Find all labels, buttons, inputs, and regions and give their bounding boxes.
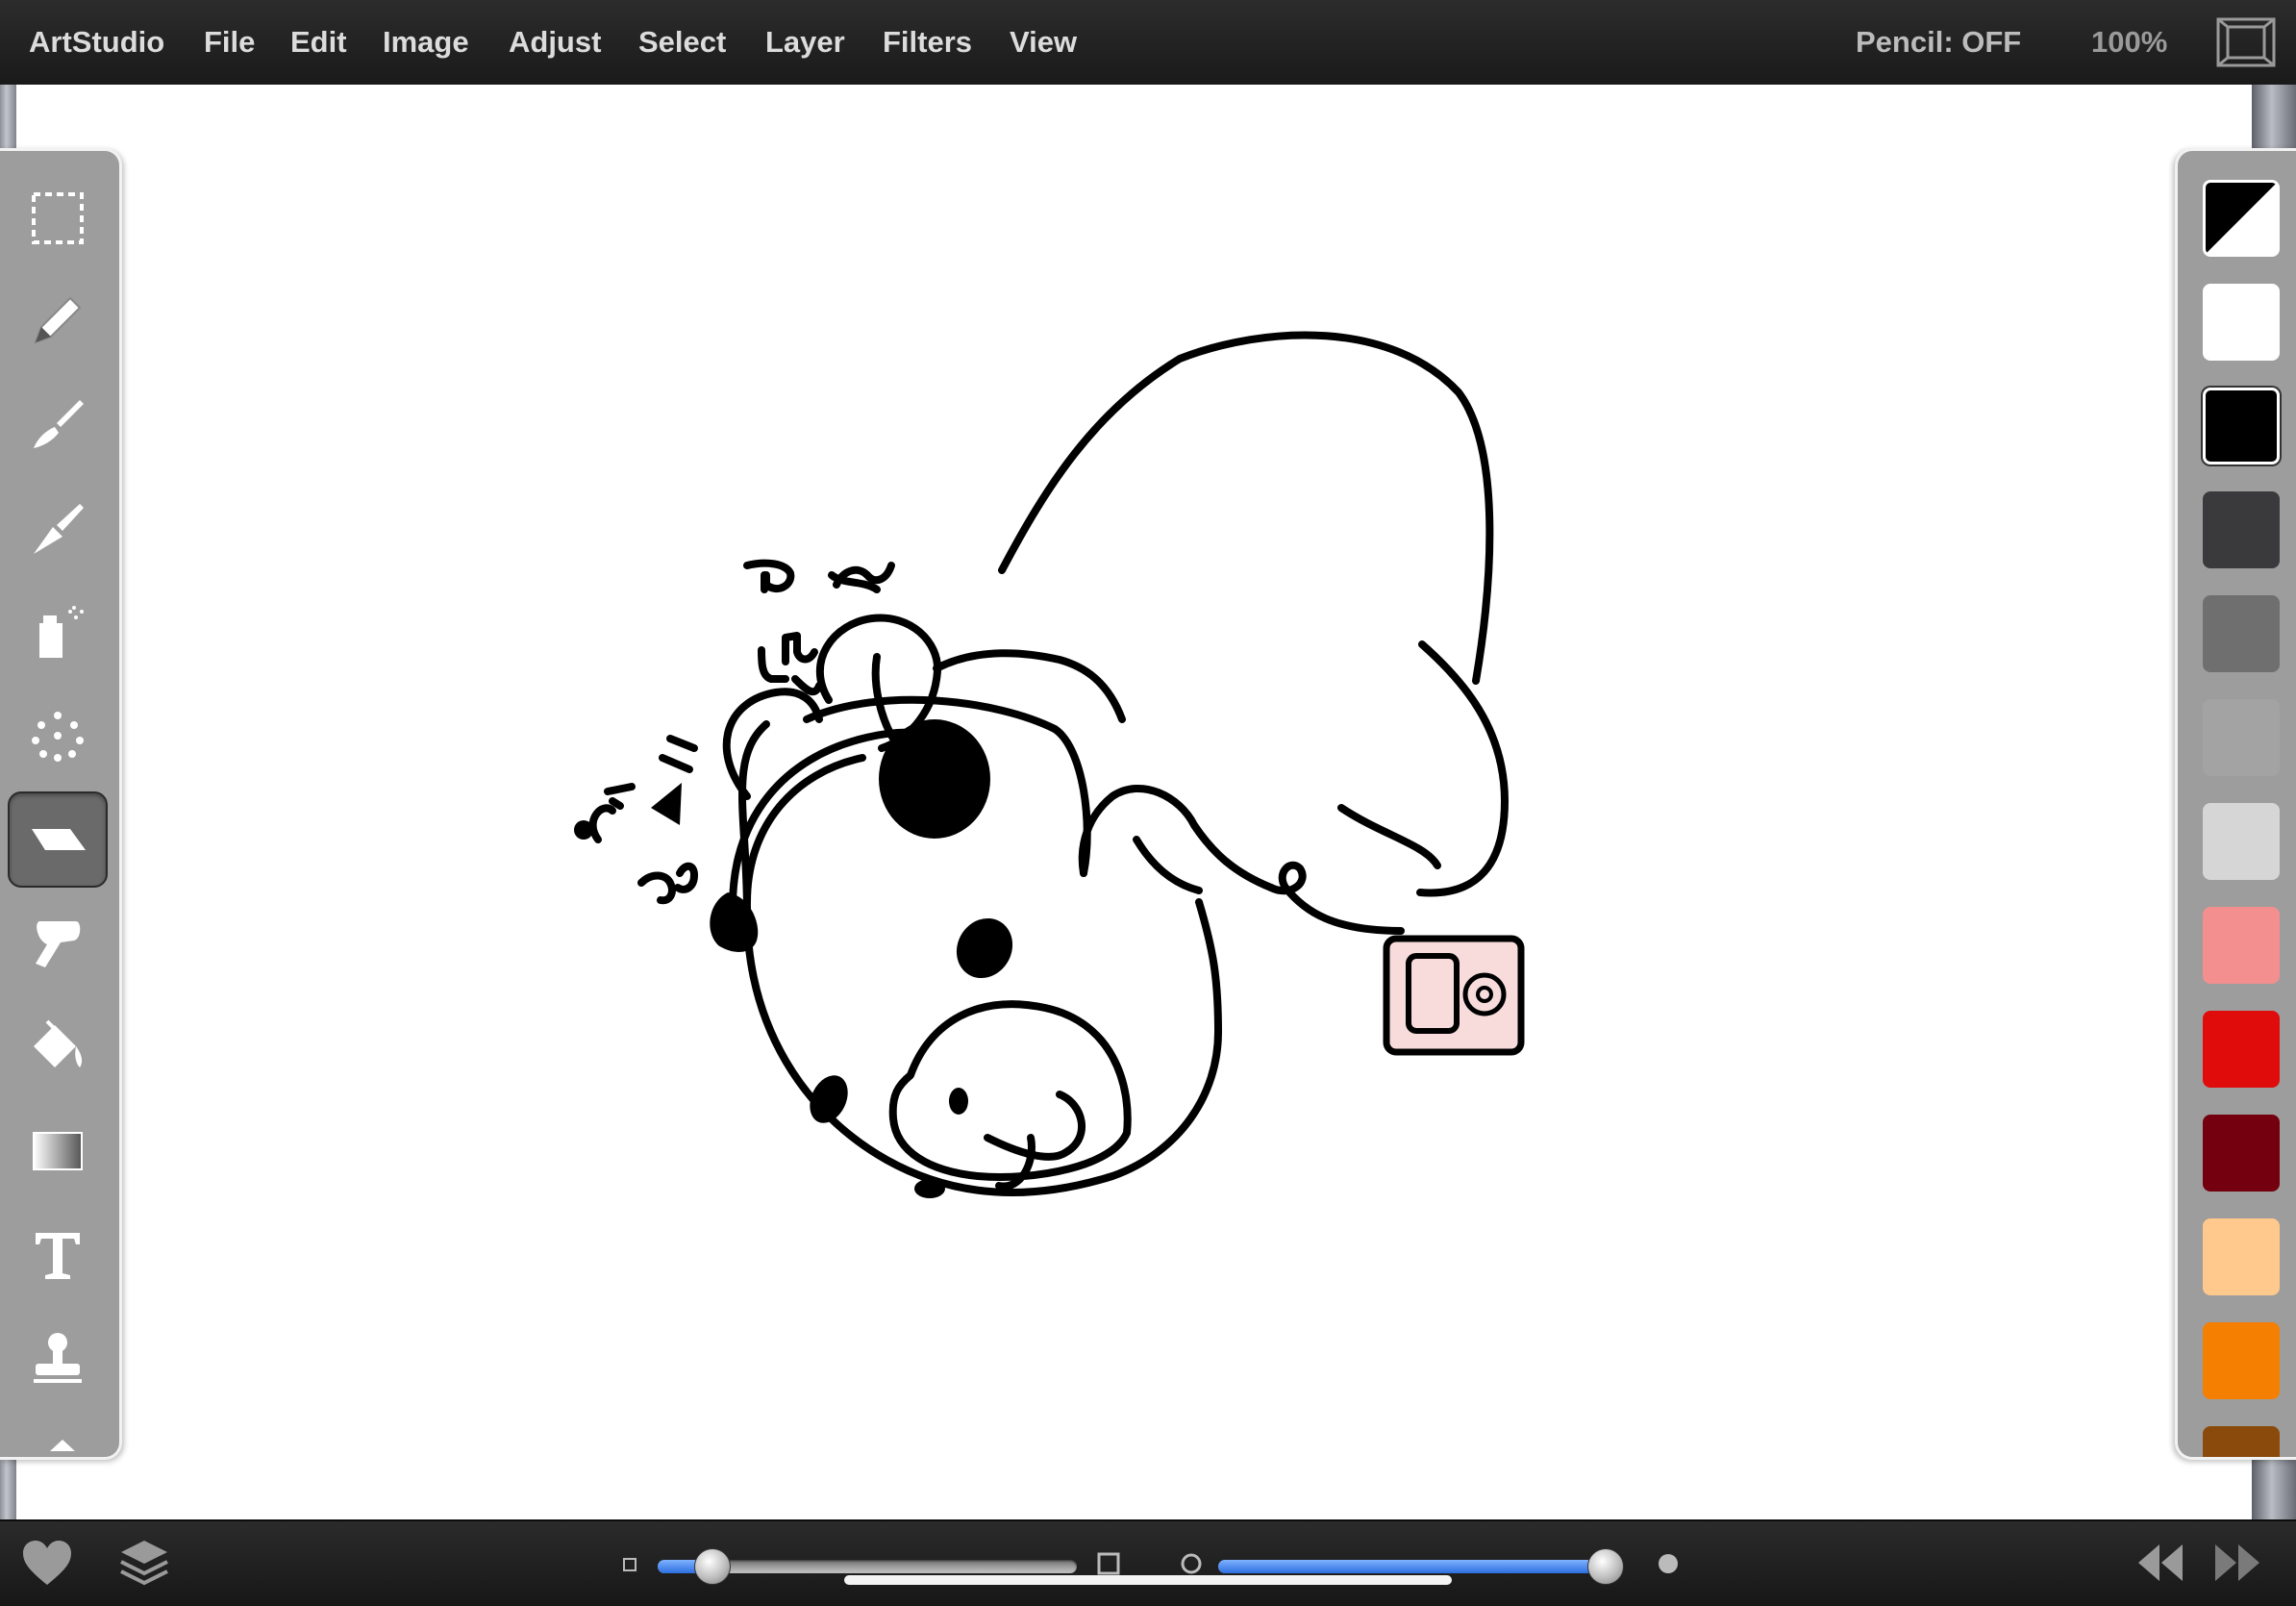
gradient-tool[interactable] xyxy=(8,1103,108,1199)
app-name-menu[interactable]: ArtStudio xyxy=(29,0,164,85)
brush-size-slider[interactable] xyxy=(658,1548,1077,1585)
heart-icon xyxy=(23,1541,71,1585)
menu-adjust[interactable]: Adjust xyxy=(509,0,601,85)
color-swatch[interactable] xyxy=(2203,595,2280,672)
text-tool[interactable] xyxy=(8,1207,108,1303)
stamp-tool[interactable] xyxy=(8,1311,108,1407)
color-swatch[interactable] xyxy=(2203,803,2280,880)
primary-secondary-color-swatch[interactable] xyxy=(2203,180,2280,257)
finger-icon xyxy=(36,921,81,967)
spray-tool[interactable] xyxy=(8,584,108,680)
drawing-canvas[interactable] xyxy=(16,85,2252,1519)
menu-edit[interactable]: Edit xyxy=(290,0,347,85)
smudge-tool[interactable] xyxy=(8,480,108,576)
finger-smudge-tool[interactable] xyxy=(8,895,108,991)
color-swatch[interactable] xyxy=(2203,1322,2280,1399)
menu-select[interactable]: Select xyxy=(638,0,726,85)
stamp-icon xyxy=(34,1333,82,1383)
dots-tool[interactable] xyxy=(8,688,108,784)
home-indicator xyxy=(844,1575,1452,1585)
scroll-up-icon[interactable] xyxy=(48,1436,77,1456)
marquee-icon xyxy=(32,192,84,244)
smudge-brush-icon xyxy=(34,504,84,554)
color-swatch[interactable] xyxy=(2203,1218,2280,1295)
menu-view[interactable]: View xyxy=(1010,0,1077,85)
pencil-icon xyxy=(34,296,82,344)
menu-file[interactable]: File xyxy=(204,0,255,85)
favorite-button[interactable] xyxy=(21,1539,73,1592)
brush-tool[interactable] xyxy=(8,376,108,472)
fill-tool[interactable] xyxy=(8,999,108,1095)
menu-bar: ArtStudio File Edit Image Adjust Select … xyxy=(0,0,2296,87)
redo-button[interactable] xyxy=(2213,1541,2261,1590)
zoom-level: 100% xyxy=(2091,25,2168,59)
fast-forward-icon xyxy=(2215,1544,2259,1581)
text-icon xyxy=(36,1233,80,1279)
opacity-fill xyxy=(1218,1560,1607,1573)
layers-icon xyxy=(120,1541,168,1586)
menu-filters[interactable]: Filters xyxy=(883,0,972,85)
undo-button[interactable] xyxy=(2136,1541,2184,1590)
bear-drawing xyxy=(574,331,1525,1198)
opacity-thumb[interactable] xyxy=(1587,1548,1625,1585)
rewind-icon xyxy=(2138,1544,2183,1581)
color-swatch[interactable] xyxy=(2203,491,2280,568)
fullscreen-icon xyxy=(2216,17,2276,67)
selection-tool[interactable] xyxy=(8,170,108,266)
tool-palette xyxy=(0,148,122,1460)
pencil-status[interactable]: Pencil: OFF xyxy=(1856,0,2021,85)
pencil-tool[interactable] xyxy=(8,272,108,368)
gradient-icon xyxy=(33,1132,83,1170)
size-small-icon xyxy=(623,1558,636,1576)
color-swatch[interactable] xyxy=(2203,388,2280,464)
eraser-tool[interactable] xyxy=(8,791,108,888)
dots-icon xyxy=(32,712,84,762)
opacity-slider[interactable] xyxy=(1218,1548,1625,1585)
brush-icon xyxy=(34,400,84,448)
color-swatch[interactable] xyxy=(2203,1115,2280,1192)
menu-image[interactable]: Image xyxy=(383,0,469,85)
color-swatch[interactable] xyxy=(2203,1426,2280,1457)
color-swatch[interactable] xyxy=(2203,1011,2280,1088)
layers-button[interactable] xyxy=(117,1537,171,1595)
color-swatch[interactable] xyxy=(2203,699,2280,776)
color-swatch[interactable] xyxy=(2203,907,2280,984)
color-palette xyxy=(2175,148,2296,1460)
color-swatch[interactable] xyxy=(2203,284,2280,361)
paint-bucket-icon xyxy=(34,1019,83,1067)
spray-can-icon xyxy=(39,606,84,658)
opacity-high-icon xyxy=(1657,1552,1680,1580)
bottom-bar xyxy=(0,1519,2296,1606)
brush-size-thumb[interactable] xyxy=(693,1548,731,1585)
fullscreen-button[interactable] xyxy=(2216,17,2276,67)
menu-layer[interactable]: Layer xyxy=(765,0,845,85)
eraser-icon xyxy=(32,829,86,850)
